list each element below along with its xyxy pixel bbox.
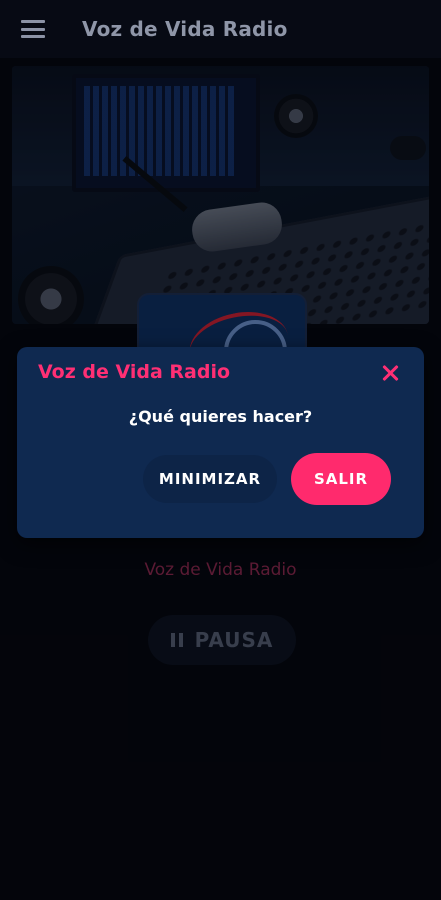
exit-button[interactable]: SALIR xyxy=(291,453,391,505)
hamburger-menu-icon[interactable] xyxy=(21,20,45,38)
app-bar: Voz de Vida Radio xyxy=(0,0,441,58)
close-icon[interactable] xyxy=(377,360,405,388)
exit-dialog: Voz de Vida Radio ¿Qué quieres hacer? MI… xyxy=(17,347,424,538)
dialog-message: ¿Qué quieres hacer? xyxy=(128,407,313,426)
app-title: Voz de Vida Radio xyxy=(82,17,288,41)
dialog-title: Voz de Vida Radio xyxy=(38,361,231,383)
minimize-button[interactable]: MINIMIZAR xyxy=(143,455,277,503)
